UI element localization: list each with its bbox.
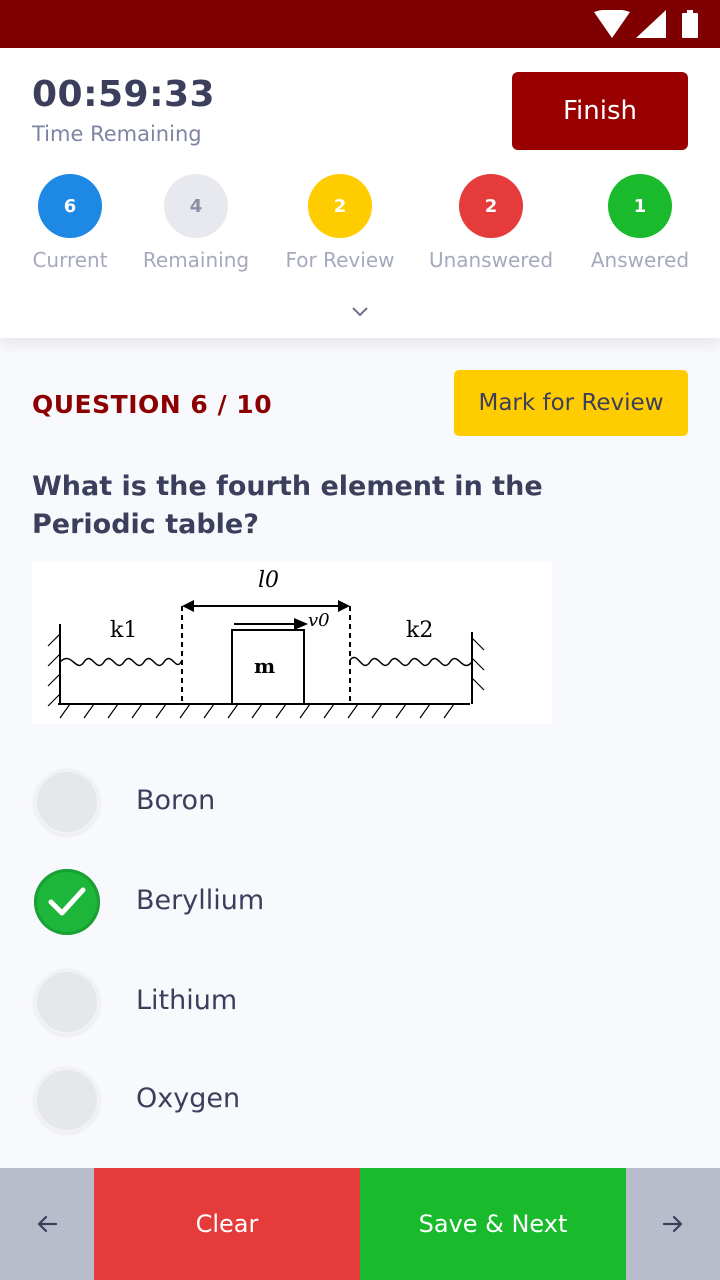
spring1-label: k1 [110,618,138,643]
next-button[interactable] [626,1168,720,1280]
radio-button[interactable] [34,969,100,1035]
checkmark-icon [48,887,86,916]
option-oxygen[interactable]: Oxygen [34,1067,654,1135]
length-label: l0 [258,568,280,593]
spring2-label: k2 [406,618,434,643]
radio-button[interactable] [34,769,100,835]
stat-answered-label: Answered [590,248,690,272]
bottom-navigation: Clear Save & Next [0,1168,720,1280]
arrow-right-icon [662,1215,683,1233]
option-label: Beryllium [136,885,265,916]
velocity-label: v0 [308,610,330,631]
signal-icon [636,10,666,38]
mark-for-review-button[interactable]: Mark for Review [454,370,688,436]
question-diagram: l0 v0 m k1 k2 [32,562,552,724]
radio-button-selected[interactable] [34,869,100,935]
battery-icon [682,10,698,38]
stat-for-review[interactable]: 2 For Review [265,174,415,272]
save-next-button[interactable]: Save & Next [360,1168,626,1280]
wifi-icon [594,10,630,38]
stat-unanswered-count: 2 [459,174,523,238]
clear-button[interactable]: Clear [94,1168,360,1280]
status-bar [0,0,720,48]
option-label: Lithium [136,985,238,1016]
stat-current-count: 6 [38,174,102,238]
question-text: What is the fourth element in the Period… [32,471,543,540]
previous-button[interactable] [0,1168,94,1280]
option-label: Boron [136,785,216,816]
stat-unanswered[interactable]: 2 Unanswered [416,174,566,272]
stat-unanswered-label: Unanswered [428,248,554,272]
stat-answered-count: 1 [608,174,672,238]
arrow-left-icon [37,1215,58,1233]
stat-remaining-count: 4 [164,174,228,238]
stat-answered[interactable]: 1 Answered [565,174,715,272]
chevron-down-icon[interactable] [350,304,370,318]
stat-for-review-count: 2 [308,174,372,238]
radio-button[interactable] [34,1067,100,1133]
question-number: QUESTION 6 / 10 [32,390,273,419]
finish-button[interactable]: Finish [512,72,688,150]
option-boron[interactable]: Boron [34,769,654,837]
option-beryllium[interactable]: Beryllium [34,869,654,937]
option-label: Oxygen [136,1083,241,1114]
exam-header: 00:59:33 Time Remaining Finish 6 Current… [0,48,720,338]
timer-label: Time Remaining [32,122,202,146]
spring-mass-diagram [47,600,485,719]
mass-label: m [254,654,276,678]
stat-for-review-label: For Review [285,248,395,272]
stat-remaining-label: Remaining [142,248,250,272]
option-lithium[interactable]: Lithium [34,969,654,1037]
timer-value: 00:59:33 [32,74,216,115]
stat-remaining[interactable]: 4 Remaining [121,174,271,272]
